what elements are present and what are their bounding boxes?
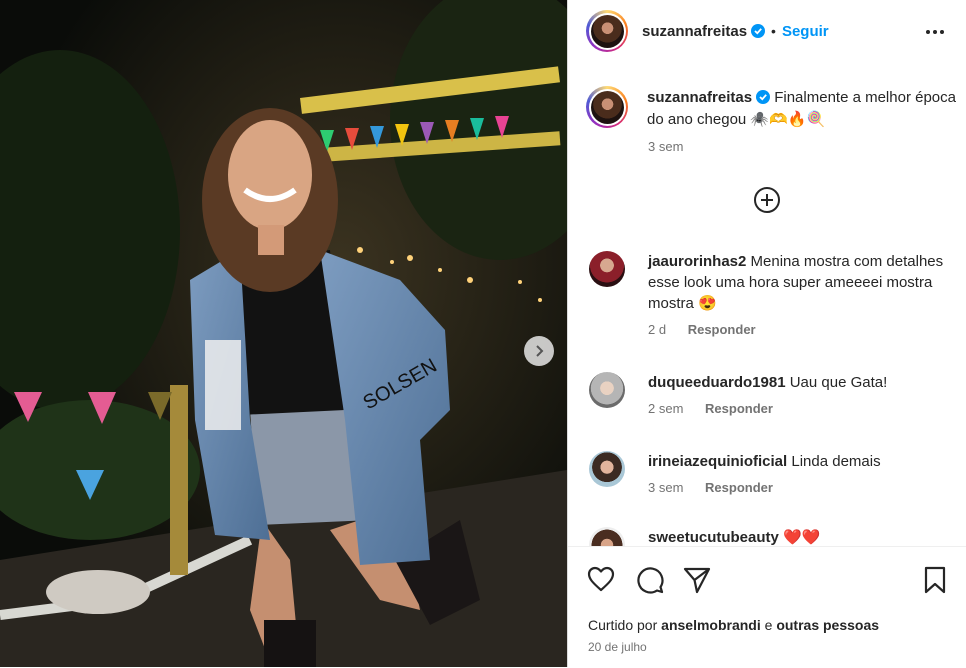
- comment-time[interactable]: 2 sem: [648, 401, 683, 416]
- comment-icon[interactable]: [636, 566, 664, 594]
- more-horizontal-icon[interactable]: [925, 22, 945, 42]
- next-photo-button[interactable]: [524, 336, 554, 366]
- liked-by-others[interactable]: outras pessoas: [776, 617, 879, 633]
- author-avatar[interactable]: [586, 10, 628, 52]
- likes-joiner: e: [764, 617, 773, 633]
- reply-button[interactable]: Responder: [705, 401, 773, 416]
- caption-time[interactable]: 3 sem: [648, 139, 683, 154]
- comment-text: ❤️❤️: [783, 529, 821, 546]
- reply-button[interactable]: Responder: [705, 480, 773, 495]
- reply-button[interactable]: Responder: [688, 322, 756, 337]
- photo-illustration: SOLSEN: [0, 0, 567, 667]
- commenter-username[interactable]: irineiazequinioficial: [648, 453, 787, 470]
- author-username[interactable]: suzannafreitas: [642, 23, 747, 40]
- post-header: suzannafreitas • Seguir: [568, 0, 966, 62]
- heart-icon[interactable]: [587, 566, 615, 592]
- comment-time[interactable]: 2 d: [648, 322, 666, 337]
- commenter-avatar[interactable]: [589, 372, 625, 408]
- bookmark-icon[interactable]: [923, 566, 947, 594]
- post-caption: suzannafreitas Finalmente a melhor época…: [586, 86, 956, 131]
- post-photo[interactable]: SOLSEN: [0, 0, 567, 667]
- comment-text: Uau que Gata!: [789, 374, 888, 391]
- comment-text: Linda demais: [791, 453, 881, 470]
- verified-badge-icon: [756, 90, 771, 104]
- comment-item: jaaurorinhas2 Menina mostra com detalhes…: [589, 251, 949, 337]
- follow-button[interactable]: Seguir: [782, 23, 829, 40]
- header-separator: •: [771, 23, 776, 39]
- caption-username[interactable]: suzannafreitas: [647, 89, 752, 106]
- comment-time[interactable]: 3 sem: [648, 480, 683, 495]
- likes-summary: Curtido por anselmobrandi e outras pesso…: [588, 617, 879, 633]
- share-icon[interactable]: [683, 566, 711, 594]
- comment-item: sweetucutubeauty ❤️❤️: [589, 527, 949, 563]
- chevron-right-icon: [536, 345, 544, 357]
- caption-avatar[interactable]: [586, 86, 628, 128]
- post-date: 20 de julho: [588, 640, 647, 654]
- post-actions-bar: Curtido por anselmobrandi e outras pesso…: [568, 546, 966, 668]
- liked-by-user[interactable]: anselmobrandi: [661, 617, 761, 633]
- plus-circle-icon[interactable]: [753, 186, 781, 214]
- comment-item: duqueeduardo1981 Uau que Gata! 2 sem Res…: [589, 372, 949, 416]
- likes-prefix: Curtido por: [588, 617, 658, 633]
- commenter-username[interactable]: jaaurorinhas2: [648, 253, 746, 270]
- commenter-avatar[interactable]: [589, 451, 625, 487]
- comment-item: irineiazequinioficial Linda demais 3 sem…: [589, 451, 949, 495]
- commenter-username[interactable]: duqueeduardo1981: [648, 374, 786, 391]
- commenter-username[interactable]: sweetucutubeauty: [648, 529, 779, 546]
- post-side-panel: suzannafreitas • Seguir suzannafreitas F…: [567, 0, 966, 668]
- verified-badge-icon: [751, 24, 766, 38]
- commenter-avatar[interactable]: [589, 251, 625, 287]
